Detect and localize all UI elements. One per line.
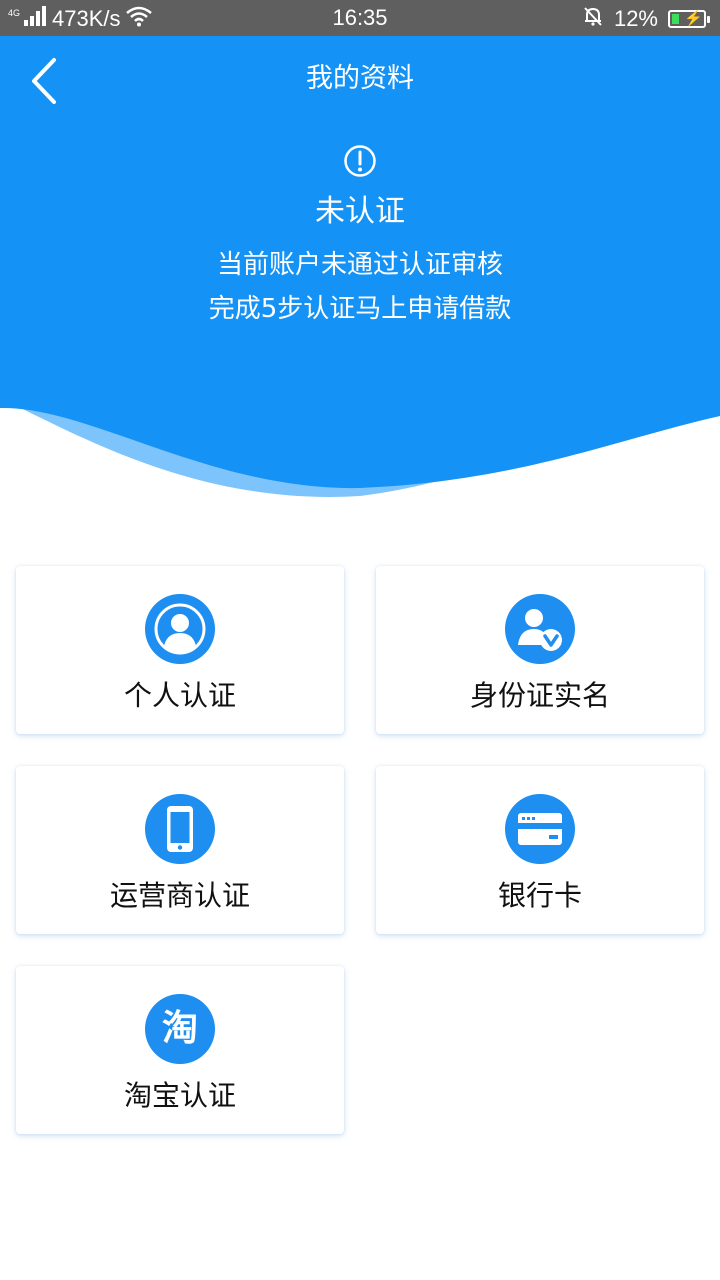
- card-label: 身份证实名: [469, 679, 610, 712]
- page-title: 我的资料: [306, 63, 414, 94]
- status-description-line2: 完成5步认证马上申请借款: [208, 294, 512, 324]
- card-label: 淘宝认证: [123, 1079, 236, 1112]
- alert-icon: [344, 145, 376, 177]
- card-label: 运营商认证: [109, 879, 250, 912]
- verified-user-icon: [505, 594, 575, 664]
- status-description-line1: 当前账户未通过认证审核: [216, 250, 503, 280]
- card-carrier-verification[interactable]: 运营商认证: [16, 766, 344, 934]
- card-id-verification[interactable]: 身份证实名: [376, 566, 704, 734]
- card-label: 个人认证: [123, 679, 236, 712]
- taobao-icon: 淘: [145, 994, 215, 1064]
- card-personal-verification[interactable]: 个人认证: [16, 566, 344, 734]
- card-bank-card[interactable]: 银行卡: [376, 766, 704, 934]
- card-taobao-verification[interactable]: 淘 淘宝认证: [16, 966, 344, 1134]
- card-label: 银行卡: [497, 879, 582, 912]
- person-icon: [145, 594, 215, 664]
- bank-card-icon: [505, 794, 575, 864]
- taobao-icon-glyph: 淘: [161, 1008, 198, 1049]
- battery-percent: 12%: [613, 6, 658, 31]
- phone-icon: [145, 794, 215, 864]
- battery-icon: ⚡: [668, 10, 710, 28]
- profile-header: 我的资料 未认证 当前账户未通过认证审核 完成5步认证马上申请借款: [0, 36, 720, 516]
- verification-status: 未认证: [315, 194, 405, 229]
- bell-muted-icon: [582, 5, 604, 33]
- status-bar: 4G 473K/s 16:35 12% ⚡: [0, 0, 720, 36]
